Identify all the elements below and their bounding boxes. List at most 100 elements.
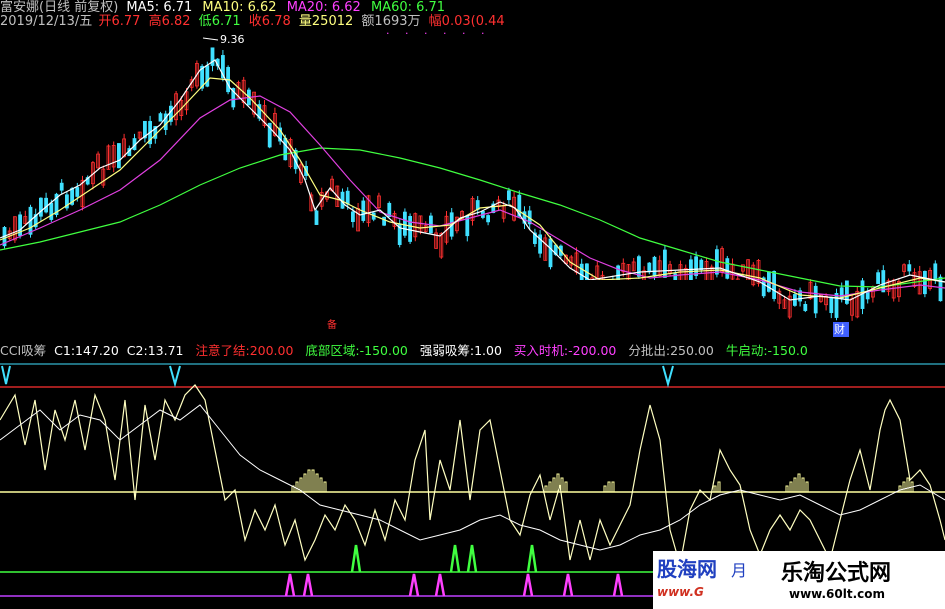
bottom-label: 底部区域:: [305, 343, 360, 358]
candle-body: [548, 238, 553, 268]
left-watermark-box: 股海网 月 www.G: [653, 551, 757, 609]
peak-price-label: 9.36: [220, 33, 245, 46]
candle-body: [725, 258, 730, 279]
bull-value: -150.0: [767, 343, 808, 358]
c2-value: 13.71: [147, 343, 184, 358]
candle-body: [652, 256, 657, 277]
cyan-v-marker: [1, 365, 11, 385]
candle-body: [933, 263, 938, 280]
yellow-bar: [902, 481, 906, 493]
green-spike: [350, 544, 362, 573]
candle-body: [158, 113, 163, 122]
buy-label: 买入时机:: [513, 343, 569, 358]
magenta-spike: [434, 573, 446, 597]
candle-body: [486, 215, 491, 223]
attention-label: 注意了结:: [195, 343, 250, 358]
yellow-bar: [898, 485, 902, 493]
magenta-spike: [302, 573, 314, 597]
yellow-bar: [789, 481, 793, 493]
magenta-spike: [562, 573, 574, 597]
strong-value: 1.00: [474, 343, 502, 358]
magenta-spikes: [284, 573, 624, 597]
right-watermark-url: www.60lt.com: [789, 587, 886, 601]
candle-body: [39, 197, 43, 217]
yellow-bar: [548, 481, 552, 493]
yellow-bar: [303, 473, 307, 493]
yellow-bar: [717, 481, 721, 493]
event-marker-2: 财: [834, 323, 845, 336]
event-marker-1: 备: [327, 320, 337, 331]
candle-body: [117, 143, 121, 169]
green-spike: [449, 544, 461, 573]
yellow-bar-clusters: [291, 469, 914, 493]
candle-body: [506, 190, 511, 201]
yellow-bar: [311, 469, 315, 493]
yellow-bar: [603, 485, 607, 493]
candle-body: [647, 262, 652, 273]
candle-body: [402, 211, 407, 236]
candle-body: [49, 202, 54, 220]
sell-label: 分批出:: [628, 343, 671, 358]
yellow-bar: [295, 481, 299, 493]
candle-body: [876, 272, 880, 284]
yellow-bar: [611, 481, 615, 493]
candle-body: [314, 210, 319, 225]
indicator-name: CCI吸筹: [0, 343, 47, 358]
green-spike: [526, 544, 538, 573]
yellow-bar: [564, 481, 568, 493]
yellow-bar: [319, 477, 323, 493]
c1-value: 147.20: [75, 343, 119, 358]
candle-body: [699, 259, 704, 270]
right-watermark-box: 乐淘公式网 www.60lt.com: [757, 551, 945, 609]
left-watermark-url: www.G: [657, 585, 704, 599]
blank-strip: [193, 280, 751, 330]
candle-body: [637, 256, 641, 277]
candle-body: [44, 197, 48, 213]
cyan-v-marker: [662, 365, 674, 388]
bottom-value: -150.00: [359, 343, 408, 358]
yellow-bar: [793, 477, 797, 493]
yellow-bar: [315, 473, 319, 493]
sell-value: 250.00: [670, 343, 714, 358]
yellow-bar: [552, 477, 556, 493]
c1-label: C1:: [54, 343, 76, 358]
left-watermark-cut: 月: [731, 561, 748, 580]
green-spikes: [350, 544, 538, 573]
attention-value: 200.00: [249, 343, 294, 358]
indicator-header: CCI吸筹 C1:147.20 C2:13.71 注意了结:200.00 底部区…: [0, 343, 808, 358]
candle-body: [834, 292, 839, 318]
yellow-bar: [607, 481, 611, 493]
candle-body: [75, 187, 80, 197]
left-watermark-brand: 股海网: [657, 557, 717, 581]
candle-body: [663, 249, 667, 278]
yellow-bar: [801, 477, 805, 493]
cci-line: [0, 384, 945, 566]
candle-body: [205, 65, 210, 87]
ma20-line: [0, 95, 945, 297]
magenta-spike: [522, 573, 534, 597]
candle-body: [881, 270, 886, 293]
bull-label: 牛启动:: [725, 343, 768, 358]
yellow-bar: [307, 469, 311, 493]
candle-body: [907, 264, 912, 272]
ma10-line: [0, 77, 945, 299]
yellow-bar: [805, 481, 809, 493]
candle-body: [829, 296, 834, 314]
yellow-bar: [323, 481, 327, 493]
candle-body: [813, 285, 818, 314]
right-watermark-brand: 乐淘公式网: [781, 561, 892, 586]
candle-body: [923, 270, 927, 295]
strong-label: 强弱吸筹:: [419, 343, 475, 358]
c2-label: C2:: [126, 343, 148, 358]
candle-body: [283, 137, 288, 161]
yellow-bar: [797, 473, 801, 493]
green-spike: [466, 544, 478, 573]
candle-body: [350, 211, 355, 222]
yellow-bar: [785, 485, 789, 493]
candle-body: [59, 182, 64, 191]
yellow-bar: [560, 477, 564, 493]
yellow-bar: [713, 485, 717, 493]
buy-value: -200.00: [568, 343, 617, 358]
cyan-v-marker: [169, 365, 181, 388]
yellow-bar: [544, 485, 548, 493]
